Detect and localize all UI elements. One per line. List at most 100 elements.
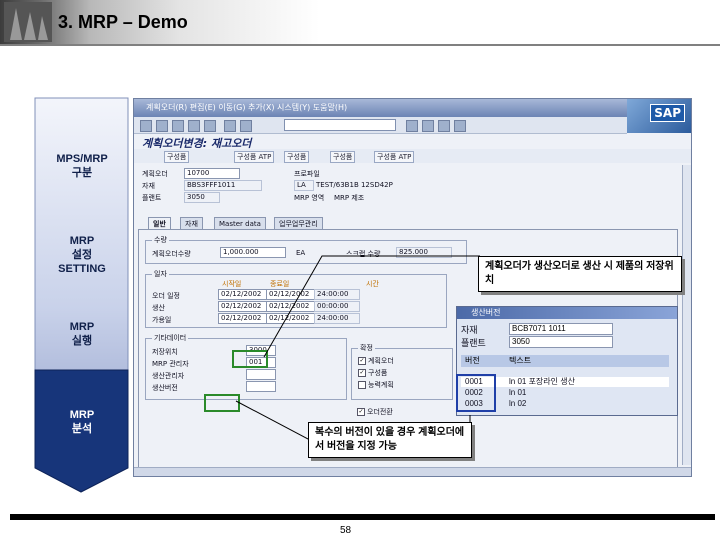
nav-item-line2: 분석 — [71, 423, 93, 435]
planned-order-field[interactable]: 10700 — [184, 168, 240, 179]
fix-capacity-checkbox[interactable] — [358, 381, 366, 389]
storage-location-highlight — [232, 350, 268, 368]
sap-application-toolbar: 구성품 구성품 ATP 구성품 구성품 구성품 ATP — [134, 149, 691, 163]
conversion-checkbox[interactable]: ✓ — [357, 408, 365, 416]
fix-bom-label: 구성품 — [368, 369, 388, 377]
storage-location-callout: 계획오더가 생산오더로 생산 시 제품의 저장위치 — [478, 256, 682, 292]
enter-icon[interactable] — [140, 120, 152, 132]
text-cell: ln 02 — [509, 399, 527, 408]
app-button[interactable]: 구성품 ATP — [374, 151, 415, 163]
conversion-label: 오더전환 — [367, 408, 393, 416]
order-start-field[interactable]: 02/12/2002 — [218, 289, 268, 300]
other-data-group: 기타데이터 저장위치 3000 MRP 관리자 001 생산관리자 생산버전 — [145, 333, 347, 400]
plant-label: 플랜트 — [142, 194, 162, 202]
popup-col-version: 버전 — [465, 356, 480, 365]
dates-group: 일자 시작일 종료일 시간 오더 일정 02/12/2002 02/12/200… — [145, 269, 447, 328]
page-first-icon[interactable] — [406, 120, 418, 132]
app-button[interactable]: 구성품 — [284, 151, 310, 163]
production-scheduler-field[interactable] — [246, 369, 276, 380]
production-version-field[interactable] — [246, 381, 276, 392]
fixing-group-title: 확정 — [358, 343, 375, 353]
production-version-label: 생산버전 — [152, 384, 178, 392]
dates-group-title: 일자 — [152, 269, 169, 279]
app-button[interactable]: 구성품 — [164, 151, 190, 163]
popup-material-value: BCB7071 1011 — [509, 323, 613, 335]
order-type-field[interactable]: LA — [294, 180, 314, 191]
decorative-image — [4, 2, 52, 42]
avail-start-field[interactable]: 02/12/2002 — [218, 313, 268, 324]
order-qty-field[interactable]: 1,000.000 — [220, 247, 286, 258]
exit-icon[interactable] — [188, 120, 200, 132]
popup-plant-label: 플랜트 — [461, 338, 486, 348]
fix-planned-order-checkbox[interactable]: ✓ — [358, 357, 366, 365]
planned-order-label: 계획오더 — [142, 170, 168, 178]
sap-logo: SAP — [650, 104, 685, 122]
production-version-callout: 복수의 버전이 있을 경우 계획오더에서 버전을 지정 가능 — [308, 422, 472, 458]
mrp-controller-label: MRP 관리자 — [152, 360, 189, 368]
cancel-icon[interactable] — [204, 120, 216, 132]
vertical-scrollbar[interactable] — [682, 165, 691, 465]
popup-plant-value: 3050 — [509, 336, 613, 348]
avail-finish-field[interactable]: 02/12/2002 — [266, 313, 316, 324]
app-button[interactable]: 구성품 — [330, 151, 356, 163]
prod-time-field[interactable]: 00:00:00 — [314, 301, 360, 312]
production-dates-label: 생산 — [152, 304, 165, 312]
production-version-highlight — [204, 394, 240, 412]
storage-location-label: 저장위치 — [152, 348, 178, 356]
prod-start-field[interactable]: 02/12/2002 — [218, 301, 268, 312]
mrp-area-value: MRP 제조 — [334, 194, 365, 202]
quantity-group: 수량 계획오더수량 1,000.000 EA 스크랩 수량 825.000 — [145, 235, 467, 264]
material-field[interactable]: BBS3FFF1011 — [184, 180, 262, 191]
nav-item-mrp-setting[interactable]: MRP 설정 SETTING — [38, 234, 126, 276]
save-icon[interactable] — [156, 120, 168, 132]
material-description: TEST/63B1B 12SD42P — [316, 181, 393, 189]
page-next-icon[interactable] — [438, 120, 450, 132]
order-qty-unit: EA — [296, 249, 306, 257]
text-cell: ln 01 — [509, 388, 527, 397]
fixing-group: 확정 ✓ 계획오더 ✓ 구성품 능력계획 — [351, 343, 453, 400]
page-number: 58 — [340, 525, 352, 536]
nav-item-mrp-analysis[interactable]: MRP 분석 — [38, 408, 126, 436]
order-time-field[interactable]: 24:00:00 — [314, 289, 360, 300]
avail-time-field[interactable]: 24:00:00 — [314, 313, 360, 324]
page-prev-icon[interactable] — [422, 120, 434, 132]
scrap-qty-field[interactable]: 825.000 — [396, 247, 452, 258]
fix-bom-checkbox[interactable]: ✓ — [358, 369, 366, 377]
sap-standard-toolbar — [134, 117, 627, 134]
production-scheduler-label: 생산관리자 — [152, 372, 185, 380]
col-finish-header: 종료일 — [270, 280, 290, 288]
back-icon[interactable] — [172, 120, 184, 132]
col-time-header: 시간 — [366, 280, 379, 288]
nav-item-line1: MRP — [69, 321, 95, 333]
nav-item-line3: SETTING — [58, 263, 106, 275]
other-data-group-title: 기타데이터 — [152, 333, 189, 343]
plant-field[interactable]: 3050 — [184, 192, 220, 203]
scrap-qty-label: 스크랩 수량 — [346, 250, 381, 258]
command-field[interactable] — [284, 119, 396, 131]
status-bar — [134, 467, 691, 476]
sap-menu[interactable]: 계획오더(R) 편집(E) 이동(G) 추가(X) 시스템(Y) 도움말(H) — [146, 102, 347, 113]
prod-finish-field[interactable]: 02/12/2002 — [266, 301, 316, 312]
footer-line — [10, 514, 715, 520]
find-icon[interactable] — [240, 120, 252, 132]
slide-title: 3. MRP – Demo — [58, 12, 188, 32]
print-icon[interactable] — [224, 120, 236, 132]
nav-item-line2: 실행 — [71, 335, 93, 347]
nav-item-mps-mrp[interactable]: MPS/MRP 구분 — [38, 152, 126, 180]
nav-item-line2: 구분 — [71, 167, 93, 179]
popup-title: 생산버전 — [457, 307, 677, 319]
help-icon[interactable] — [454, 120, 466, 132]
nav-item-line1: MRP — [69, 235, 95, 247]
sap-logo-area: SAP — [627, 99, 691, 133]
nav-item-mrp-run[interactable]: MRP 실행 — [38, 320, 126, 348]
app-button[interactable]: 구성품 ATP — [234, 151, 275, 163]
popup-material-label: 자재 — [461, 325, 478, 335]
nav-item-line2: 설정 — [71, 249, 93, 261]
fix-capacity-label: 능력계획 — [368, 381, 394, 389]
order-type-label: 프로파일 — [294, 170, 320, 178]
nav-item-line1: MPS/MRP — [56, 153, 108, 165]
order-finish-field[interactable]: 02/12/2002 — [266, 289, 316, 300]
fix-planned-order-label: 계획오더 — [368, 357, 394, 365]
nav-item-line1: MRP — [69, 409, 95, 421]
version-column-highlight — [456, 374, 496, 412]
